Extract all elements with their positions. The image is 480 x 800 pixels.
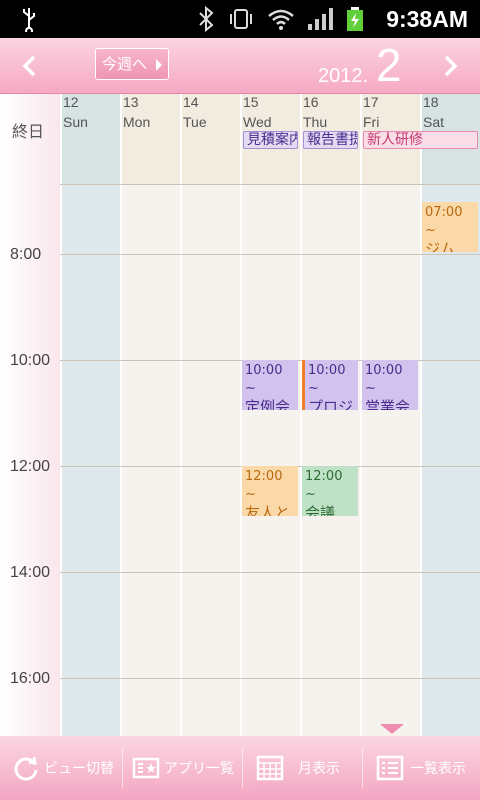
allday-event[interactable]: 報告書提出 (303, 131, 358, 149)
day-column-sun[interactable]: 12 Sun (60, 94, 120, 736)
toolbar-divider (362, 748, 363, 788)
chevron-right-icon (444, 55, 458, 77)
calendar-event[interactable]: 10:00 ~ 定例会議 (242, 360, 298, 410)
day-number: 15 (243, 94, 259, 110)
day-number: 17 (363, 94, 379, 110)
event-time: 10:00 ~ (245, 363, 283, 396)
day-name: Wed (243, 114, 272, 130)
hour-gridline (60, 678, 480, 679)
day-number: 16 (303, 94, 319, 110)
app-list-button[interactable]: アプリ一覧 (132, 736, 234, 800)
day-column-sat[interactable]: 18 Sat (420, 94, 480, 736)
calendar-header: 今週へ 2012. 2 (0, 38, 480, 94)
day-name: Tue (183, 114, 207, 130)
allday-event[interactable]: 見積案内 (243, 131, 298, 149)
day-column-wed[interactable]: 15 Wed (240, 94, 300, 736)
hour-label: 8:00 (10, 246, 42, 263)
event-time: 12:00 ~ (305, 469, 343, 502)
day-header[interactable]: 12 Sun (62, 94, 120, 184)
month-view-label: 月表示 (298, 761, 340, 777)
allday-divider (60, 184, 480, 185)
day-number: 12 (63, 94, 79, 110)
day-header[interactable]: 13 Mon (122, 94, 180, 184)
wifi-icon (268, 9, 294, 30)
day-header[interactable]: 14 Tue (182, 94, 240, 184)
event-title: プロジェクト (308, 398, 354, 410)
month-view-button[interactable]: 月表示 (256, 736, 340, 800)
list-view-button[interactable]: 一覧表示 (376, 736, 466, 800)
month-label: 2 (376, 39, 402, 91)
vibrate-icon (230, 9, 252, 29)
bluetooth-icon (199, 6, 214, 32)
list-view-label: 一覧表示 (410, 761, 466, 777)
caret-right-icon (156, 59, 162, 71)
battery-charging-icon (347, 7, 363, 31)
previous-week-button[interactable] (10, 46, 50, 86)
event-time: 12:00 ~ (245, 469, 283, 502)
calendar-grid-icon (256, 755, 284, 781)
clock: 9:38AM (386, 6, 468, 32)
calendar-event[interactable]: 10:00 ~ プロジェクト (302, 360, 358, 410)
app-list-label: アプリ一覧 (164, 761, 234, 777)
day-column-fri[interactable]: 17 Fri (360, 94, 420, 736)
day-column-tue[interactable]: 14 Tue (180, 94, 240, 736)
usb-icon (23, 8, 35, 32)
day-name: Sat (423, 114, 445, 130)
hour-gridline (60, 254, 480, 255)
bottom-toolbar: ビュー切替 アプリ一覧 月表示 一覧表示 (0, 736, 480, 800)
event-title: 営業会議 (365, 398, 411, 410)
view-switch-button[interactable]: ビュー切替 (12, 736, 114, 800)
week-view[interactable]: 終日 8:00 10:00 12:00 14:00 16:00 12 Sun 1… (0, 94, 480, 736)
chevron-left-icon (22, 55, 36, 77)
day-number: 18 (423, 94, 439, 110)
toolbar-divider (242, 748, 243, 788)
app-list-icon (132, 757, 160, 779)
hour-label: 10:00 (10, 352, 51, 369)
refresh-icon (14, 756, 38, 781)
calendar-event[interactable]: 12:00 ~ 友人とランチ (242, 466, 298, 516)
day-name: Sun (63, 114, 88, 130)
hour-label: 14:00 (10, 564, 51, 581)
day-column-thu[interactable]: 16 Thu (300, 94, 360, 736)
event-time: 10:00 ~ (308, 363, 346, 396)
signal-icon (308, 8, 333, 30)
this-week-button[interactable]: 今週へ (95, 48, 169, 80)
scroll-down-indicator-icon (380, 724, 404, 734)
toolbar-divider (122, 748, 123, 788)
calendar-event[interactable]: 07:00 ~ ジム (422, 202, 478, 252)
view-switch-label: ビュー切替 (44, 761, 114, 777)
event-time: 07:00 ~ (425, 205, 463, 238)
event-time: 10:00 ~ (365, 363, 403, 396)
day-name: Mon (123, 114, 151, 130)
this-week-label: 今週へ (102, 55, 148, 73)
calendar-event[interactable]: 12:00 ~ 会議 (302, 466, 358, 516)
day-name: Thu (303, 114, 328, 130)
event-title: 定例会議 (245, 398, 291, 410)
hour-gridline (60, 572, 480, 573)
event-title: 会議 (305, 504, 336, 516)
day-name: Fri (363, 114, 380, 130)
list-icon (376, 755, 404, 781)
event-title: 報告書提出 (307, 132, 357, 148)
next-week-button[interactable] (430, 46, 470, 86)
allday-event[interactable]: 新人研修 (363, 131, 478, 149)
event-title: 見積案内 (247, 132, 298, 148)
hour-label: 16:00 (10, 670, 51, 687)
day-column-mon[interactable]: 13 Mon (120, 94, 180, 736)
day-number: 13 (123, 94, 139, 110)
event-title: 新人研修 (367, 132, 423, 148)
event-title: 友人とランチ (245, 504, 291, 516)
event-title: ジム (425, 240, 456, 252)
calendar-event[interactable]: 10:00 ~ 営業会議 (362, 360, 418, 410)
year-label: 2012. (318, 65, 369, 87)
time-column: 終日 8:00 10:00 12:00 14:00 16:00 (0, 94, 60, 736)
all-day-label: 終日 (12, 122, 45, 141)
status-bar: 9:38AM (0, 0, 480, 38)
day-number: 14 (183, 94, 199, 110)
hour-label: 12:00 (10, 458, 51, 475)
